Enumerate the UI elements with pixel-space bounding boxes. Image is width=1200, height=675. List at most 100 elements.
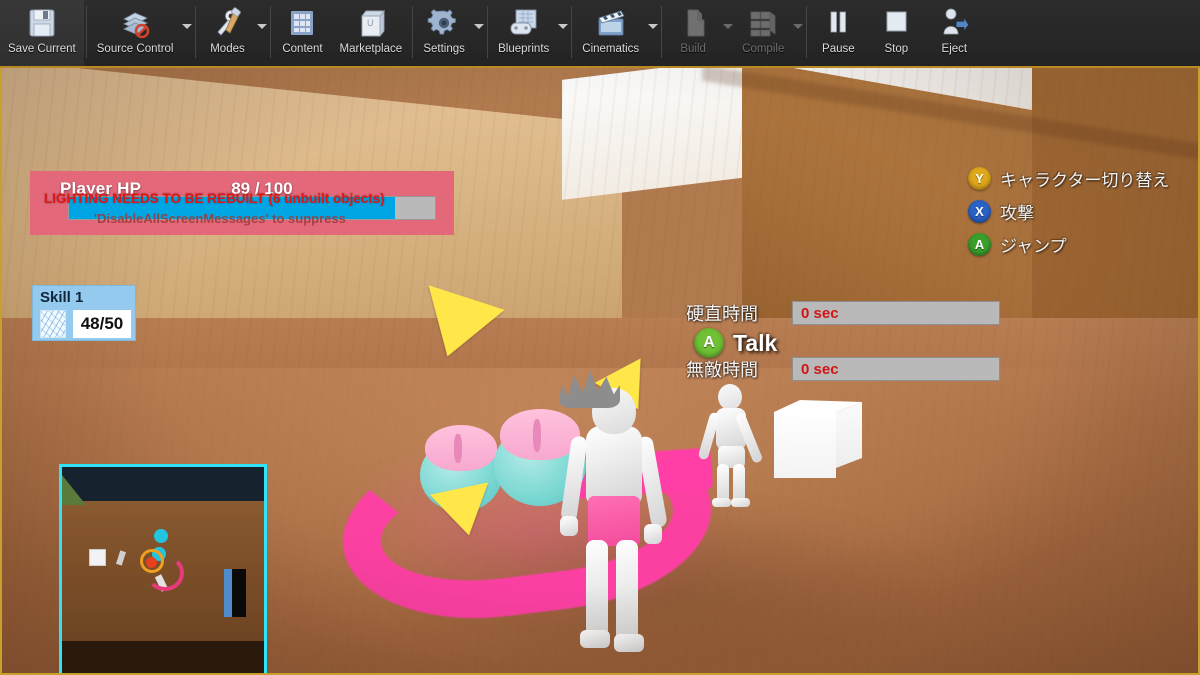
controls-hint-list: Y キャラクター切り替え X 攻撃 A ジャンプ xyxy=(968,166,1169,265)
control-hint-x: X 攻撃 xyxy=(968,199,1168,224)
build-icon xyxy=(687,9,705,37)
toolbar-group-cinematics: Cinematics xyxy=(574,0,659,66)
blueprints-dropdown[interactable] xyxy=(557,0,569,66)
play-in-editor-viewport[interactable]: Player HP 89 / 100 LIGHTING NEEDS TO BE … xyxy=(0,68,1200,675)
svg-text:U: U xyxy=(367,18,374,28)
editor-window: Save Current Source Control Modes Conten… xyxy=(0,0,1200,675)
toolbar-group-build: Build Compile xyxy=(664,0,804,66)
toolbar-group-blueprints: Blueprints xyxy=(490,0,569,66)
clapperboard-icon xyxy=(598,10,625,36)
pause-icon xyxy=(830,11,847,33)
invulnerability-timer-value: 0 sec xyxy=(801,360,839,378)
save-current-button[interactable]: Save Current xyxy=(0,0,84,66)
toolbar-group-file: Save Current Source Control xyxy=(0,0,193,66)
player-pelvis xyxy=(588,496,640,546)
control-hint-a-label: ジャンプ xyxy=(1000,237,1067,256)
toolbar-separator xyxy=(412,6,414,58)
save-current-label: Save Current xyxy=(8,43,76,55)
marketplace-bag-icon: U xyxy=(360,9,385,38)
marketplace-label: Marketplace xyxy=(339,43,403,55)
blueprints-label: Blueprints xyxy=(498,43,550,55)
blueprints-button[interactable]: Blueprints xyxy=(490,0,557,66)
invulnerability-timer: 無敵時間 0 sec xyxy=(686,356,1000,382)
content-browser-icon xyxy=(291,11,314,35)
pause-button[interactable]: Pause xyxy=(809,0,867,66)
marketplace-button[interactable]: U Marketplace xyxy=(331,0,410,66)
compile-label: Compile xyxy=(742,43,785,55)
minimap-player-marker xyxy=(146,557,157,568)
content-button[interactable]: Content xyxy=(273,0,331,66)
cinematics-label: Cinematics xyxy=(582,43,640,55)
chevron-down-icon xyxy=(182,23,193,29)
toolbar-group-play-controls: Pause Stop Eject xyxy=(809,0,983,66)
build-label: Build xyxy=(680,43,706,55)
player-leg-right xyxy=(616,540,638,642)
settings-label: Settings xyxy=(423,43,465,55)
compile-boxes-icon xyxy=(750,11,776,37)
control-hint-a: A ジャンプ xyxy=(968,232,1168,257)
toolbar-separator xyxy=(85,6,87,58)
stun-timer-value: 0 sec xyxy=(801,304,839,322)
lighting-rebuild-suppress-hint: 'DisableAllScreenMessages' to suppress xyxy=(94,211,346,226)
modes-button[interactable]: Modes xyxy=(198,0,256,66)
stun-timer: 硬直時間 0 sec xyxy=(686,300,1000,326)
chevron-down-icon xyxy=(648,23,659,29)
player-hand-left xyxy=(560,516,578,536)
build-dropdown[interactable] xyxy=(722,0,734,66)
eject-label: Eject xyxy=(941,43,968,55)
talk-interaction-prompt[interactable]: A Talk xyxy=(694,328,777,358)
cube-face-front xyxy=(774,412,836,478)
main-toolbar: Save Current Source Control Modes Conten… xyxy=(0,0,1200,68)
gamepad-y-icon: Y xyxy=(968,167,991,190)
cinematics-dropdown[interactable] xyxy=(647,0,659,66)
npc-character xyxy=(697,384,764,507)
player-hand-right xyxy=(644,524,662,544)
chevron-down-icon xyxy=(474,23,485,29)
settings-dropdown[interactable] xyxy=(473,0,485,66)
cinematics-button[interactable]: Cinematics xyxy=(574,0,647,66)
control-hint-y: Y キャラクター切り替え xyxy=(968,166,1169,191)
compile-dropdown[interactable] xyxy=(792,0,804,66)
stun-timer-label: 硬直時間 xyxy=(686,304,758,324)
cube-face-right xyxy=(836,402,862,468)
stop-square-icon xyxy=(886,11,907,32)
minimap-floor xyxy=(62,641,264,673)
stun-timer-bar: 0 sec xyxy=(792,301,1000,325)
source-control-dropdown[interactable] xyxy=(181,0,193,66)
gamepad-x-icon: X xyxy=(968,200,991,223)
blueprint-icon xyxy=(510,9,537,35)
lighting-rebuild-warning: LIGHTING NEEDS TO BE REBUILT (6 unbuilt … xyxy=(44,191,385,206)
modes-dropdown[interactable] xyxy=(256,0,268,66)
source-control-button[interactable]: Source Control xyxy=(89,0,182,66)
toolbar-separator xyxy=(661,6,663,58)
skill-count: 48/50 xyxy=(73,310,131,338)
minimap-crate-marker xyxy=(89,549,106,566)
wrench-hammer-icon xyxy=(217,7,242,36)
chevron-down-icon xyxy=(257,23,268,29)
toolbar-group-settings: Settings xyxy=(415,0,485,66)
eject-person-icon xyxy=(943,8,969,35)
toolbar-separator xyxy=(571,6,573,58)
skill-title: Skill 1 xyxy=(40,289,84,306)
minimap[interactable] xyxy=(59,464,267,673)
compile-button[interactable]: Compile xyxy=(734,0,792,66)
stop-label: Stop xyxy=(884,43,909,55)
stop-button[interactable]: Stop xyxy=(867,0,925,66)
source-control-label: Source Control xyxy=(96,43,174,55)
settings-button[interactable]: Settings xyxy=(415,0,473,66)
npc-foot-right xyxy=(731,498,750,507)
pause-label: Pause xyxy=(822,43,855,55)
npc-head xyxy=(718,384,742,410)
floppy-disk-icon xyxy=(29,9,55,37)
white-cube-prop xyxy=(774,400,862,478)
toolbar-separator xyxy=(806,6,808,58)
minimap-enemy-marker xyxy=(154,529,168,543)
gamepad-a-icon: A xyxy=(694,328,724,358)
eject-button[interactable]: Eject xyxy=(925,0,983,66)
player-arm-left xyxy=(560,435,588,523)
skill-widget[interactable]: Skill 1 48/50 xyxy=(32,285,136,341)
minimap-door-marker xyxy=(224,569,246,617)
gear-icon xyxy=(427,9,456,35)
build-button[interactable]: Build xyxy=(664,0,722,66)
minimap-door-opening xyxy=(232,569,246,617)
